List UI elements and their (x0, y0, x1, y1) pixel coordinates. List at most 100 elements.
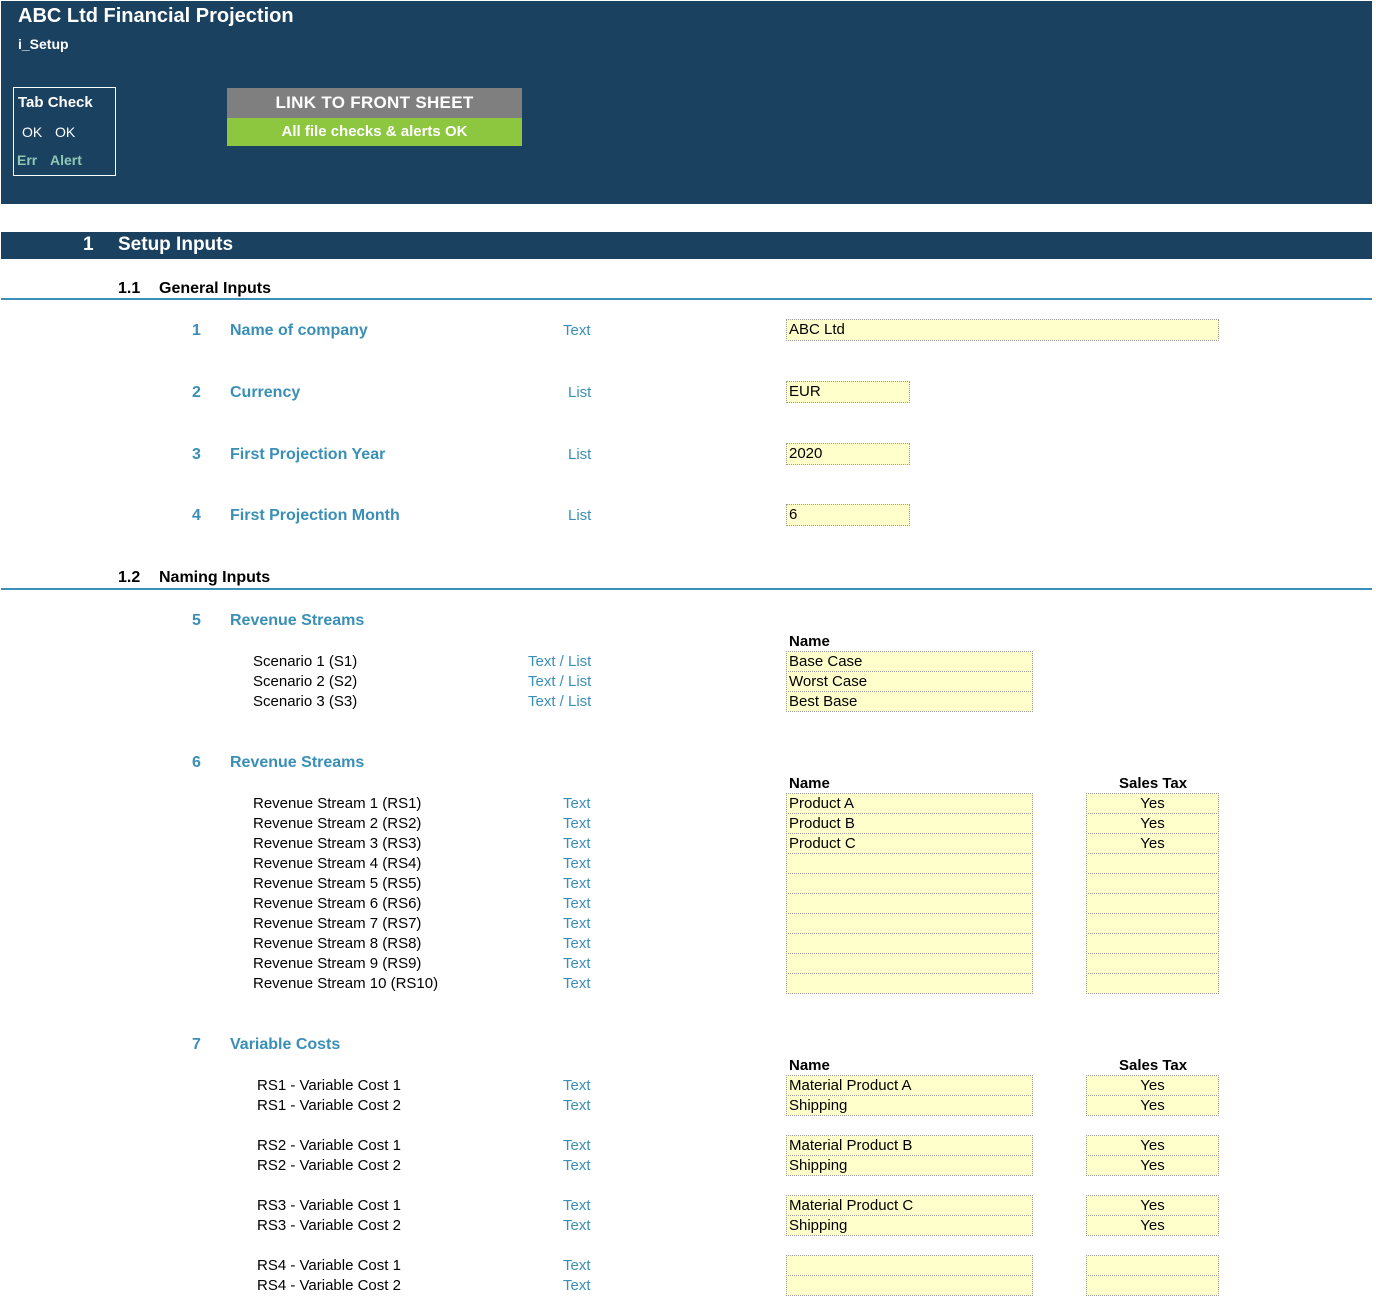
row-label: Revenue Stream 5 (RS5) (253, 875, 422, 892)
sales-tax-input[interactable]: Yes (1086, 793, 1219, 814)
name-input[interactable]: Product B (786, 813, 1033, 834)
input-type: Text / List (528, 673, 592, 690)
tab-check-alert-label: Alert (50, 152, 82, 168)
row-label: Revenue Stream 3 (RS3) (253, 835, 422, 852)
sales-tax-input[interactable]: Yes (1086, 1135, 1219, 1156)
name-input[interactable]: Product A (786, 793, 1033, 814)
subsection-divider (1, 298, 1372, 300)
variable-costs-label: Variable Costs (230, 1036, 341, 1053)
sales-tax-input[interactable] (1086, 1255, 1219, 1276)
input-type: Text (563, 322, 591, 339)
row-label: Revenue Stream 10 (RS10) (253, 975, 439, 992)
sales-tax-input[interactable] (1086, 913, 1219, 934)
row-label: Revenue Stream 7 (RS7) (253, 915, 422, 932)
tab-check-err-label: Err (17, 152, 38, 168)
scenario-name-input[interactable]: Best Base (786, 691, 1033, 712)
currency-select[interactable]: EUR (786, 381, 910, 403)
scenario-name-input[interactable]: Base Case (786, 651, 1033, 672)
name-input[interactable]: Shipping (786, 1155, 1033, 1176)
name-input[interactable] (786, 913, 1033, 934)
section-header: 1 Setup Inputs (1, 232, 1372, 259)
name-input[interactable] (786, 1275, 1033, 1296)
first-projection-year-select[interactable]: 2020 (786, 443, 910, 465)
input-type: Text (563, 875, 591, 892)
sales-tax-input[interactable]: Yes (1086, 813, 1219, 834)
company-name-input[interactable]: ABC Ltd (786, 319, 1219, 341)
name-input[interactable] (786, 973, 1033, 994)
name-input[interactable] (786, 953, 1033, 974)
sales-tax-input[interactable] (1086, 893, 1219, 914)
name-input[interactable] (786, 873, 1033, 894)
name-input[interactable] (786, 893, 1033, 914)
revenue-streams-label: Revenue Streams (230, 754, 365, 771)
subsection-number-general: 1.1 (118, 280, 141, 297)
row-label: Revenue Stream 9 (RS9) (253, 955, 422, 972)
input-type: Text / List (528, 693, 592, 710)
scenario-row-label: Scenario 1 (S1) (253, 653, 358, 670)
file-checks-status: All file checks & alerts OK (227, 118, 522, 146)
currency-label: Currency (230, 384, 301, 401)
input-type: List (568, 384, 592, 401)
sales-tax-input[interactable]: Yes (1086, 1215, 1219, 1236)
name-input[interactable] (786, 1255, 1033, 1276)
tab-check-box: Tab Check OK OK Err Alert (13, 87, 116, 176)
input-type: Text (563, 795, 591, 812)
input-type: Text (563, 1097, 591, 1114)
sales-tax-input[interactable] (1086, 953, 1219, 974)
link-to-front-sheet-button[interactable]: LINK TO FRONT SHEET (227, 88, 522, 118)
sales-tax-input[interactable] (1086, 1275, 1219, 1296)
input-type: Text (563, 1137, 591, 1154)
input-type: Text (563, 1277, 591, 1294)
company-name-label: Name of company (230, 322, 368, 339)
name-input[interactable]: Material Product B (786, 1135, 1033, 1156)
sales-tax-input[interactable] (1086, 973, 1219, 994)
name-input[interactable] (786, 933, 1033, 954)
item-number: 1 (192, 322, 201, 339)
input-type: List (568, 446, 592, 463)
name-input[interactable]: Material Product A (786, 1075, 1033, 1096)
input-type: Text (563, 1077, 591, 1094)
sales-tax-input[interactable]: Yes (1086, 1155, 1219, 1176)
subsection-title-naming: Naming Inputs (159, 569, 271, 586)
input-type: Text (563, 975, 591, 992)
name-input[interactable]: Material Product C (786, 1195, 1033, 1216)
sales-tax-input[interactable] (1086, 853, 1219, 874)
input-type: Text / List (528, 653, 592, 670)
name-input[interactable] (786, 853, 1033, 874)
input-type: Text (563, 1257, 591, 1274)
sales-tax-input[interactable] (1086, 873, 1219, 894)
row-label: Revenue Stream 4 (RS4) (253, 855, 422, 872)
name-input[interactable]: Product C (786, 833, 1033, 854)
subsection-number-naming: 1.2 (118, 569, 141, 586)
input-type: Text (563, 1217, 591, 1234)
name-input[interactable]: Shipping (786, 1215, 1033, 1236)
sales-tax-input[interactable]: Yes (1086, 1075, 1219, 1096)
sales-tax-input[interactable]: Yes (1086, 1195, 1219, 1216)
sales-tax-input[interactable]: Yes (1086, 1095, 1219, 1116)
sales-tax-column-header: Sales Tax (1119, 775, 1188, 792)
item-number: 5 (192, 612, 201, 629)
app-title: ABC Ltd Financial Projection (18, 5, 294, 27)
row-label: RS1 - Variable Cost 2 (257, 1097, 401, 1114)
row-label: Revenue Stream 2 (RS2) (253, 815, 422, 832)
input-type: Text (563, 895, 591, 912)
input-type: Text (563, 855, 591, 872)
input-type: Text (563, 935, 591, 952)
input-type: Text (563, 955, 591, 972)
scenario-row-label: Scenario 2 (S2) (253, 673, 358, 690)
scenario-row-label: Scenario 3 (S3) (253, 693, 358, 710)
input-type: List (568, 507, 592, 524)
first-projection-month-select[interactable]: 6 (786, 504, 910, 526)
name-column-header: Name (789, 633, 830, 650)
name-input[interactable]: Shipping (786, 1095, 1033, 1116)
item-number: 7 (192, 1036, 201, 1053)
item-number: 4 (192, 507, 201, 524)
scenario-name-input[interactable]: Worst Case (786, 671, 1033, 692)
row-label: Revenue Stream 8 (RS8) (253, 935, 422, 952)
sales-tax-input[interactable]: Yes (1086, 833, 1219, 854)
first-projection-month-label: First Projection Month (230, 507, 400, 524)
sales-tax-input[interactable] (1086, 933, 1219, 954)
row-label: RS3 - Variable Cost 2 (257, 1217, 401, 1234)
row-label: Revenue Stream 6 (RS6) (253, 895, 422, 912)
name-column-header: Name (789, 1057, 830, 1074)
